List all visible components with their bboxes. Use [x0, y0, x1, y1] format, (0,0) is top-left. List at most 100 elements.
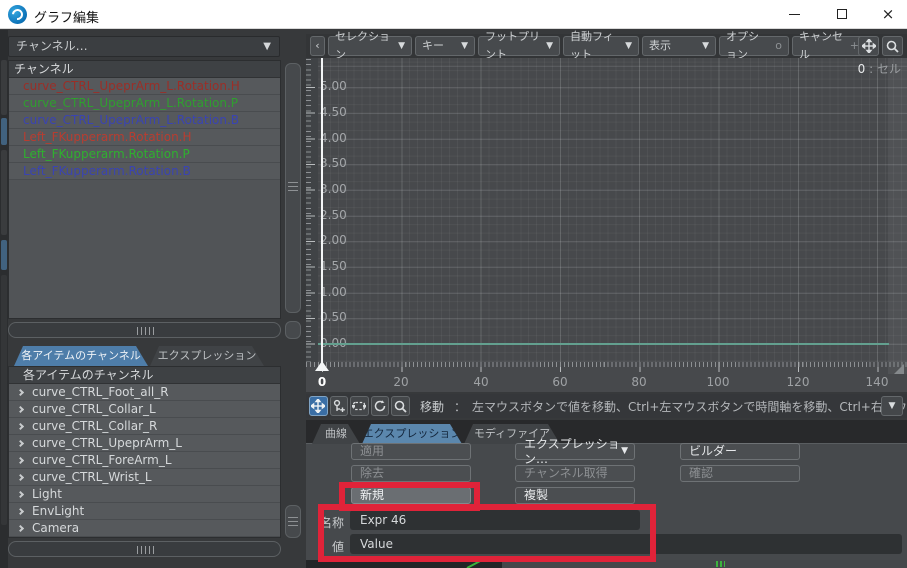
tab-expression[interactable]: エクスプレッション	[362, 424, 462, 444]
time-ruler[interactable]	[306, 362, 907, 374]
channel-row[interactable]: Left_FKupperarm.Rotation.B	[9, 163, 280, 180]
tree-item[interactable]: curve_CTRL_Collar_R	[9, 418, 280, 435]
zero-value-line	[318, 343, 889, 345]
display-menu[interactable]: 表示 ▼	[642, 36, 716, 56]
channel-list-header: チャンネル	[9, 61, 280, 78]
channel-list-hscrollbar[interactable]	[8, 322, 281, 338]
key-menu[interactable]: キー ▼	[415, 36, 475, 56]
remove-button[interactable]: 除去	[351, 465, 471, 482]
status-frame: 0	[857, 62, 866, 76]
tree-item[interactable]: curve_CTRL_Wrist_L	[9, 469, 280, 486]
move-tool-button[interactable]	[309, 396, 328, 416]
left-edge-strip	[0, 30, 8, 568]
move-icon	[311, 399, 326, 413]
value-field[interactable]: Value	[350, 534, 902, 554]
expression-menu-button[interactable]: エクスプレッション… ▼	[515, 437, 635, 466]
time-cursor-handle-icon[interactable]	[315, 361, 329, 371]
builder-button[interactable]: ビルダー	[680, 443, 800, 460]
chevron-right-icon[interactable]	[16, 388, 25, 396]
tree-item[interactable]: EnvLight	[9, 503, 280, 520]
graph-plot-area[interactable]: 0 : セル 5.00 4.50 4.00 3.50 3.00 2.50 2.0…	[306, 58, 907, 392]
hint-dropdown-button[interactable]: ▼	[881, 396, 903, 416]
minimize-button[interactable]	[778, 0, 810, 29]
channel-select-dropdown[interactable]: チャンネル… ▼	[8, 36, 280, 57]
chevron-down-icon: ▼	[461, 41, 468, 51]
tab-expressions[interactable]: エクスプレッション	[150, 346, 264, 366]
y-tick-label: 5.00	[320, 79, 347, 93]
refresh-tool-button[interactable]	[370, 396, 390, 416]
maximize-button[interactable]	[826, 0, 858, 29]
channel-row[interactable]: Left_FKupperarm.Rotation.H	[9, 129, 280, 146]
new-button[interactable]: 新規	[351, 487, 471, 504]
get-channel-button[interactable]: チャンネル取得	[515, 465, 635, 482]
magnifier-icon	[886, 40, 899, 53]
chevron-right-icon[interactable]	[16, 456, 25, 464]
x-tick-label: 120	[786, 375, 810, 389]
channel-row[interactable]: curve_CTRL_UpeprArm_L.Rotation.P	[9, 95, 280, 112]
x-tick-label: 100	[706, 375, 730, 389]
options-button[interactable]: オプション o	[719, 30, 789, 61]
plot-grid	[306, 58, 907, 362]
zoom-region-tool-button[interactable]	[391, 396, 410, 416]
graph-toolbar: ‹ セレクション ▼ キー ▼ フットプリント ▼ 自動フィット ▼ 表示 ▼ オプション…	[306, 30, 907, 61]
plot-resize-grip[interactable]	[894, 364, 904, 374]
curve-key-fragment	[716, 561, 725, 567]
options-shortcut: o	[775, 39, 782, 52]
apply-button[interactable]: 適用	[351, 443, 471, 460]
item-tree: 各アイテムのチャンネル curve_CTRL_Foot_all_R curve_…	[8, 366, 281, 538]
tab-curve[interactable]: 曲線	[312, 424, 360, 444]
tree-item-label: curve_CTRL_Collar_L	[32, 401, 156, 416]
time-cursor[interactable]	[321, 58, 323, 364]
x-tick-label: 20	[393, 375, 409, 389]
channel-row[interactable]: curve_CTRL_UpeprArm_L.Rotation.H	[9, 78, 280, 95]
selection-menu[interactable]: セレクション ▼	[328, 30, 412, 61]
tree-item[interactable]: curve_CTRL_Foot_all_R	[9, 384, 280, 401]
tree-item-label: curve_CTRL_ForeArm_L	[32, 452, 172, 467]
tool-hint: 移動 ： 左マウスボタンで値を移動、Ctrl+左マウスボタンで時間軸を移動、Ctr…	[412, 398, 907, 415]
edge-segment-blue	[1, 118, 7, 145]
chevron-down-icon: ▼	[888, 401, 896, 411]
marquee-select-tool-button[interactable]	[350, 396, 369, 416]
x-tick-label: 40	[473, 375, 489, 389]
title-bar: グラフ編集 ×	[0, 0, 907, 29]
channel-row[interactable]: curve_CTRL_UpeprArm_L.Rotation.B	[9, 112, 280, 129]
tree-item[interactable]: curve_CTRL_Collar_L	[9, 401, 280, 418]
pan-tool-button[interactable]	[858, 36, 879, 56]
chevron-right-icon[interactable]	[16, 490, 25, 498]
footprint-menu[interactable]: フットプリント ▼	[478, 30, 560, 61]
y-tick-label: 2.00	[320, 233, 347, 247]
zoom-tool-button[interactable]	[882, 36, 903, 56]
chevron-right-icon[interactable]	[16, 422, 25, 430]
item-tree-header: 各アイテムのチャンネル	[9, 367, 280, 384]
tree-item[interactable]: Camera	[9, 520, 280, 537]
status-unit: : セル	[869, 62, 901, 76]
back-button[interactable]: ‹	[310, 36, 325, 56]
close-button[interactable]: ×	[872, 0, 904, 29]
tree-item[interactable]: curve_CTRL_ForeArm_L	[9, 452, 280, 469]
chevron-right-icon[interactable]	[16, 439, 25, 447]
tree-item[interactable]: curve_CTRL_UpeprArm_L	[9, 435, 280, 452]
chevron-right-icon[interactable]	[16, 405, 25, 413]
tree-item[interactable]: Light	[9, 486, 280, 503]
chevron-right-icon[interactable]	[16, 507, 25, 515]
y-tick-label: 0.50	[320, 310, 347, 324]
x-tick-label: 80	[631, 375, 647, 389]
item-tree-vscrollbar[interactable]	[285, 505, 301, 538]
chevron-right-icon[interactable]	[16, 524, 25, 532]
item-tree-hscrollbar[interactable]	[8, 541, 281, 557]
chevron-right-icon[interactable]	[16, 473, 25, 481]
name-field[interactable]: Expr 46	[350, 510, 640, 530]
channel-list-vscrollbar[interactable]	[285, 63, 301, 313]
chevron-down-icon: ▼	[625, 41, 632, 51]
confirm-button[interactable]: 確認	[680, 465, 800, 482]
graph-editor-window: { "window": { "title": "グラフ編集", "close_g…	[0, 0, 907, 568]
autofit-menu[interactable]: 自動フィット ▼	[563, 30, 639, 61]
chevron-down-icon: ▼	[546, 41, 553, 51]
tab-item-channels[interactable]: 各アイテムのチャンネル	[14, 346, 148, 366]
channel-row[interactable]: Left_FKupperarm.Rotation.P	[9, 146, 280, 163]
magnifier-icon	[394, 400, 407, 413]
add-key-tool-button[interactable]	[329, 396, 349, 416]
y-tick-label: 2.50	[320, 208, 347, 222]
duplicate-button[interactable]: 複製	[515, 487, 635, 504]
plot-right-band	[888, 58, 907, 374]
